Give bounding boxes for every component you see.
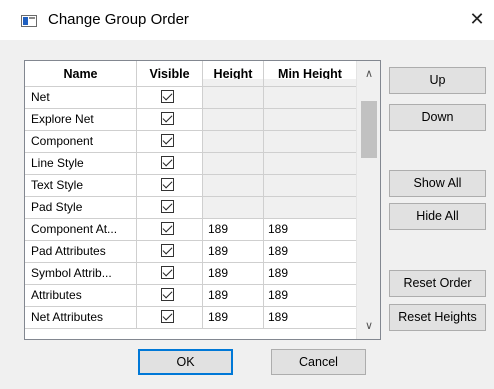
visible-cell [137, 219, 203, 241]
height-cell[interactable] [203, 109, 264, 131]
visible-cell [137, 197, 203, 219]
visible-cell [137, 307, 203, 329]
scroll-up-arrow-icon[interactable]: ∧ [357, 65, 380, 83]
visible-checkbox[interactable] [161, 90, 174, 103]
height-cell[interactable] [203, 131, 264, 153]
table-row[interactable]: Component At... 189 189 [25, 219, 357, 241]
height-cell[interactable]: 189 [203, 219, 264, 241]
table-row[interactable]: Pad Attributes 189 189 [25, 241, 357, 263]
height-cell[interactable]: 189 [203, 285, 264, 307]
table-row[interactable]: Pad Style [25, 197, 357, 219]
visible-cell [137, 285, 203, 307]
min-height-cell[interactable]: 189 [264, 263, 357, 285]
reset-heights-button[interactable]: Reset Heights [389, 304, 486, 331]
height-cell[interactable] [203, 175, 264, 197]
min-height-cell[interactable] [264, 109, 357, 131]
visible-checkbox[interactable] [161, 222, 174, 235]
visible-checkbox[interactable] [161, 134, 174, 147]
height-cell [203, 79, 264, 87]
close-button[interactable]: ✕ [466, 8, 488, 30]
visible-cell [137, 263, 203, 285]
height-cell[interactable] [203, 153, 264, 175]
name-cell[interactable]: Line Style [25, 153, 137, 175]
height-cell[interactable]: 189 [203, 263, 264, 285]
visible-checkbox[interactable] [161, 310, 174, 323]
visible-checkbox[interactable] [161, 288, 174, 301]
name-cell[interactable]: Explore Net [25, 109, 137, 131]
min-height-cell[interactable] [264, 153, 357, 175]
visible-cell [137, 87, 203, 109]
min-height-cell[interactable]: 189 [264, 285, 357, 307]
min-height-cell[interactable]: 189 [264, 219, 357, 241]
min-height-cell[interactable] [264, 87, 357, 109]
name-cell[interactable]: Pad Attributes [25, 241, 137, 263]
visible-checkbox[interactable] [161, 112, 174, 125]
visible-cell [137, 109, 203, 131]
scroll-thumb[interactable] [361, 101, 377, 158]
visible-cell [137, 79, 203, 87]
up-button[interactable]: Up [389, 67, 486, 94]
min-height-cell[interactable] [264, 131, 357, 153]
name-cell[interactable]: Component At... [25, 219, 137, 241]
visible-checkbox[interactable] [161, 200, 174, 213]
name-cell[interactable]: Net Attributes [25, 307, 137, 329]
visible-checkbox[interactable] [161, 156, 174, 169]
reset-order-button[interactable]: Reset Order [389, 270, 486, 297]
name-cell [25, 79, 137, 87]
group-order-list[interactable]: Name Visible Height Min Height Net Explor… [24, 60, 381, 340]
title-bar: Change Group Order ✕ [0, 0, 494, 40]
visible-checkbox[interactable] [161, 178, 174, 191]
table-row[interactable]: Symbol Attrib... 189 189 [25, 263, 357, 285]
name-cell[interactable]: Attributes [25, 285, 137, 307]
hide-all-button[interactable]: Hide All [389, 203, 486, 230]
app-window-icon [21, 15, 37, 27]
table-row[interactable]: Net [25, 87, 357, 109]
table-row-partial [25, 79, 357, 87]
name-cell[interactable]: Symbol Attrib... [25, 263, 137, 285]
table-row[interactable]: Net Attributes 189 189 [25, 307, 357, 329]
height-cell[interactable]: 189 [203, 307, 264, 329]
scroll-down-arrow-icon[interactable]: ∨ [357, 317, 380, 335]
visible-cell [137, 131, 203, 153]
visible-cell [137, 153, 203, 175]
min-height-cell[interactable]: 189 [264, 241, 357, 263]
ok-button[interactable]: OK [138, 349, 233, 375]
name-cell[interactable]: Net [25, 87, 137, 109]
visible-cell [137, 241, 203, 263]
table-row[interactable]: Text Style [25, 175, 357, 197]
down-button[interactable]: Down [389, 104, 486, 131]
visible-checkbox[interactable] [161, 244, 174, 257]
min-height-cell[interactable] [264, 197, 357, 219]
table-row[interactable]: Attributes 189 189 [25, 285, 357, 307]
min-height-cell[interactable] [264, 175, 357, 197]
show-all-button[interactable]: Show All [389, 170, 486, 197]
name-cell[interactable]: Text Style [25, 175, 137, 197]
window-title: Change Group Order [48, 11, 189, 28]
height-cell[interactable] [203, 87, 264, 109]
name-cell[interactable]: Pad Style [25, 197, 137, 219]
height-cell[interactable] [203, 197, 264, 219]
visible-checkbox[interactable] [161, 266, 174, 279]
name-cell[interactable]: Component [25, 131, 137, 153]
min-height-cell [264, 79, 357, 87]
table-row[interactable]: Line Style [25, 153, 357, 175]
visible-cell [137, 175, 203, 197]
table-row[interactable]: Component [25, 131, 357, 153]
vertical-scrollbar[interactable]: ∧ ∨ [356, 61, 380, 339]
min-height-cell[interactable]: 189 [264, 307, 357, 329]
table-row[interactable]: Explore Net [25, 109, 357, 131]
height-cell[interactable]: 189 [203, 241, 264, 263]
cancel-button[interactable]: Cancel [271, 349, 366, 375]
